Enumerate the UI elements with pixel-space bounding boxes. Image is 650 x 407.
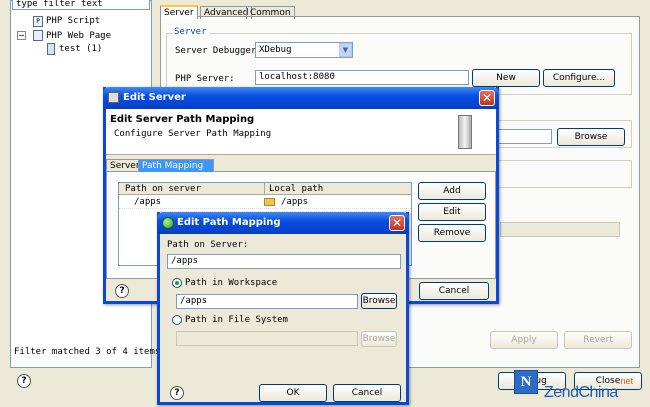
table-row[interactable]: /apps /apps xyxy=(119,196,411,209)
browse-filesystem-button: Browse xyxy=(361,331,397,347)
workspace-path-input[interactable]: /apps xyxy=(176,294,358,309)
folder-icon xyxy=(264,198,275,206)
config-icon xyxy=(47,43,55,55)
filesystem-path-input xyxy=(176,331,358,346)
browse-workspace-button[interactable]: Browse xyxy=(361,293,397,309)
zendchina-logo-text: ZendChina xyxy=(544,384,618,402)
revert-button: Revert xyxy=(564,331,632,349)
edit-server-titlebar[interactable]: Edit Server ✕ xyxy=(103,87,499,109)
edit-path-cancel-button[interactable]: Cancel xyxy=(333,384,401,402)
apply-button: Apply xyxy=(490,331,558,349)
filesystem-radio[interactable] xyxy=(172,315,182,325)
path-on-server-label: Path on Server: xyxy=(167,240,249,250)
tree-expand-icon[interactable]: − xyxy=(17,31,26,40)
server-icon xyxy=(458,115,472,149)
zendchina-logo-mark: N xyxy=(514,370,538,394)
filter-input[interactable]: type filter text xyxy=(12,0,150,10)
tab-advanced[interactable]: Advanced xyxy=(200,6,253,19)
help-icon[interactable]: ? xyxy=(17,374,31,388)
edit-mapping-button[interactable]: Edit xyxy=(418,203,486,221)
workspace-radio-label[interactable]: Path in Workspace xyxy=(185,278,277,288)
row-local-path: /apps xyxy=(281,197,309,207)
close-icon[interactable]: ✕ xyxy=(479,90,495,106)
php-server-label: PHP Server: xyxy=(175,74,235,84)
help-icon[interactable]: ? xyxy=(115,284,129,298)
tab-server[interactable]: Server xyxy=(160,5,198,19)
php-web-page-icon xyxy=(33,30,43,41)
column-path-on-server: Path on server xyxy=(125,184,201,194)
zendchina-logo-net: .net xyxy=(618,376,634,386)
debugger-label: Server Debugger: xyxy=(175,46,262,56)
edit-path-titlebar[interactable]: Edit Path Mapping ✕ xyxy=(157,212,409,234)
edit-server-title: Edit Server xyxy=(123,92,186,103)
edit-path-dialog: Edit Path Mapping ✕ Path on Server: /app… xyxy=(157,212,409,405)
window-icon xyxy=(108,92,119,103)
edit-server-description: Configure Server Path Mapping xyxy=(114,129,272,139)
php-server-select[interactable]: localhost:8080 xyxy=(255,70,469,85)
path-on-server-input[interactable]: /apps xyxy=(167,254,401,269)
remove-mapping-button[interactable]: Remove xyxy=(418,224,486,242)
tab-common[interactable]: Common xyxy=(246,6,295,19)
configure-button[interactable]: Configure... xyxy=(543,69,615,87)
php-script-icon: P xyxy=(33,16,43,27)
edit-path-title: Edit Path Mapping xyxy=(177,217,281,228)
close-icon[interactable]: ✕ xyxy=(389,215,405,231)
tree-item-php-script[interactable]: PHP Script xyxy=(46,16,100,26)
tree-item-php-web-page[interactable]: PHP Web Page xyxy=(46,31,111,41)
column-local-path: Local path xyxy=(269,184,324,194)
tab-path-mapping[interactable]: Path Mapping xyxy=(138,159,215,172)
server-group-label: Server xyxy=(172,27,209,37)
url-input xyxy=(500,222,620,237)
ok-button[interactable]: OK xyxy=(259,384,327,402)
row-server-path: /apps xyxy=(134,197,162,207)
tree-item-test[interactable]: test (1) xyxy=(59,44,102,54)
add-mapping-button[interactable]: Add xyxy=(418,182,486,200)
zendchina-logo-china: China xyxy=(578,384,618,401)
zendchina-logo: N ZendChina .net xyxy=(514,370,646,404)
filter-status: Filter matched 3 of 4 items xyxy=(14,347,161,357)
workspace-radio[interactable] xyxy=(172,278,182,288)
browse-file-button[interactable]: Browse xyxy=(557,128,625,146)
chevron-down-icon[interactable]: ▼ xyxy=(339,43,352,57)
new-button[interactable]: New xyxy=(472,69,540,87)
edit-server-cancel-button[interactable]: Cancel xyxy=(419,282,489,300)
filesystem-radio-label[interactable]: Path in File System xyxy=(185,315,288,325)
edit-path-app-icon xyxy=(162,217,174,229)
zendchina-logo-zend: Zend xyxy=(544,384,579,401)
column-divider xyxy=(264,183,265,195)
help-icon[interactable]: ? xyxy=(170,386,184,400)
edit-server-heading: Edit Server Path Mapping xyxy=(110,114,255,125)
